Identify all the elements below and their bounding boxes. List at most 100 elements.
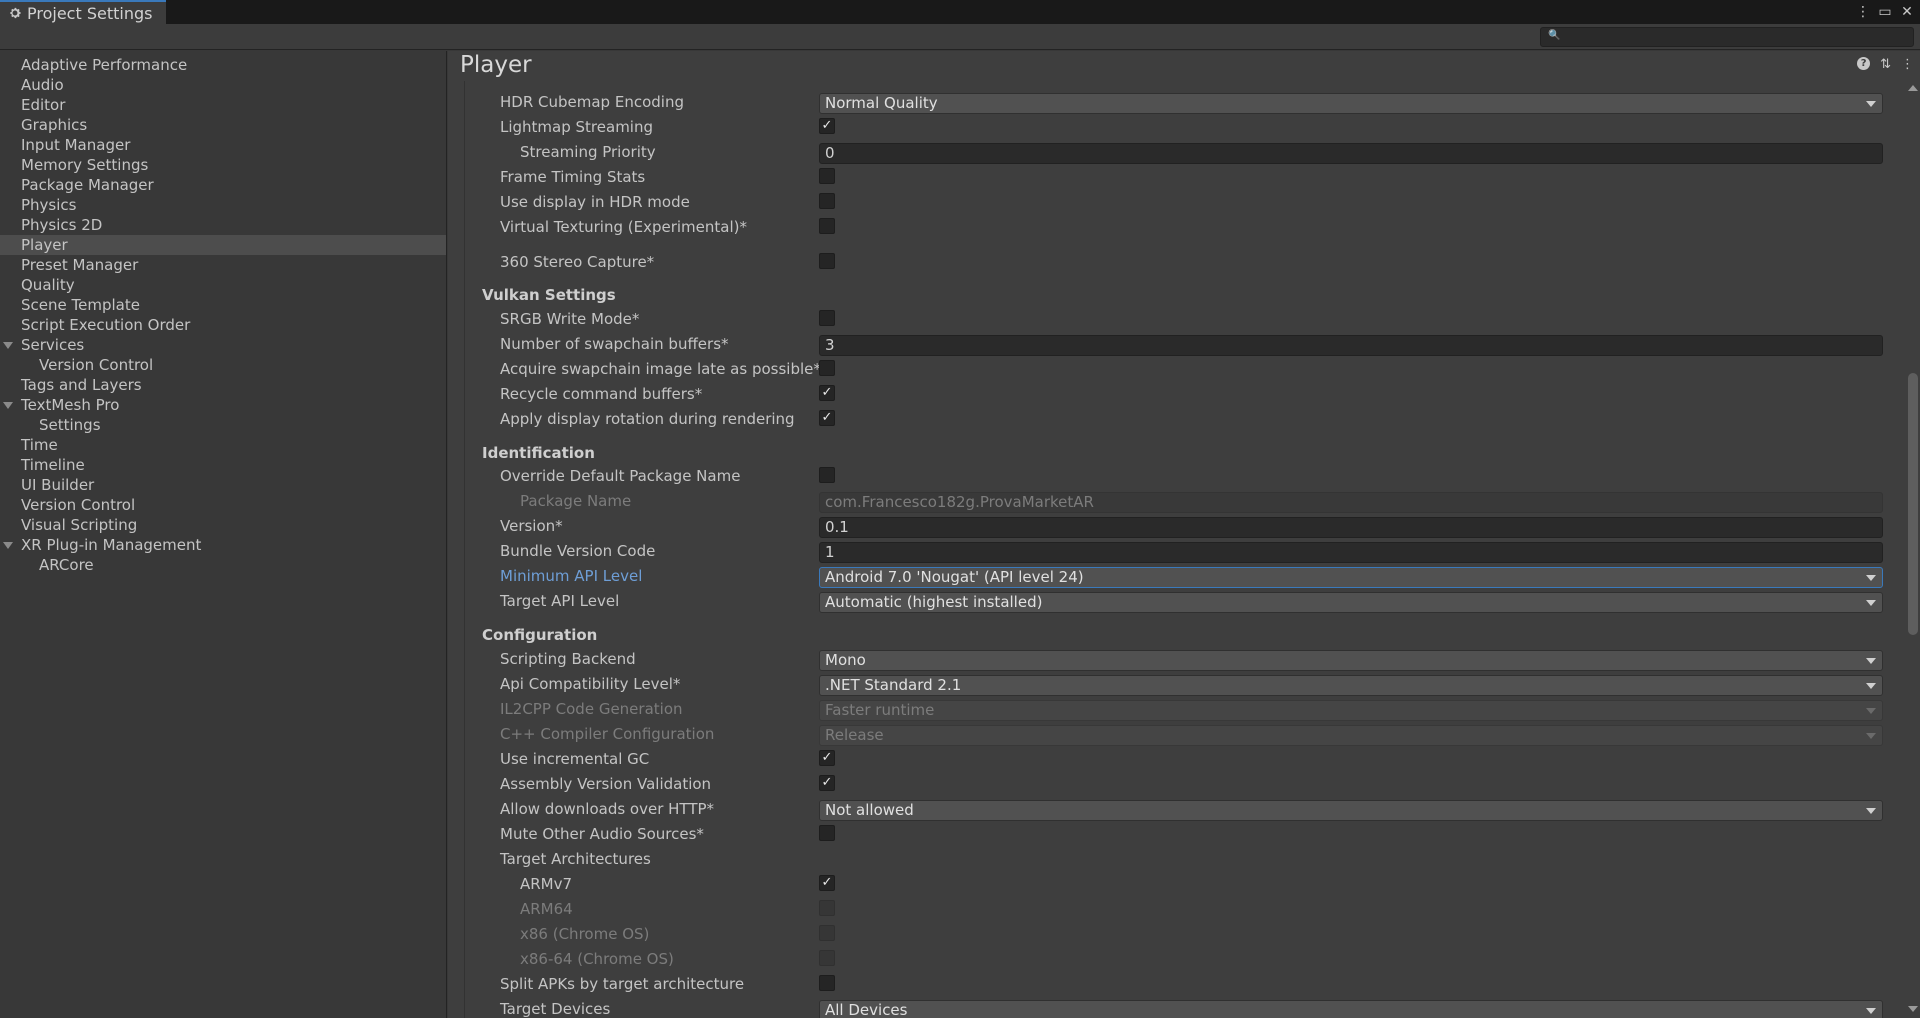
assembly-validation-checkbox[interactable]: ✓ (819, 775, 835, 791)
split-apks-checkbox[interactable] (819, 975, 835, 991)
sidebar-item-memory-settings[interactable]: Memory Settings (0, 155, 446, 175)
section-configuration: Configuration (482, 626, 598, 644)
sidebar-item-visual-scripting[interactable]: Visual Scripting (0, 515, 446, 535)
row-srgb-write: SRGB Write Mode* (465, 309, 1886, 329)
armv7-checkbox[interactable]: ✓ (819, 875, 835, 891)
scroll-down-icon[interactable] (1908, 1006, 1918, 1012)
fold-arrow-icon[interactable] (3, 402, 13, 409)
sidebar-item-label: Services (21, 336, 85, 354)
chevron-down-icon (1866, 708, 1876, 714)
search-input[interactable]: 🔍 (1540, 27, 1914, 47)
dropdown-value: All Devices (825, 1001, 908, 1018)
target-api-dropdown[interactable]: Automatic (highest installed) (819, 592, 1883, 613)
field-label: SRGB Write Mode* (500, 310, 640, 328)
http-downloads-dropdown[interactable]: Not allowed (819, 800, 1883, 821)
sidebar-item-audio[interactable]: Audio (0, 75, 446, 95)
version-input[interactable]: 0.1 (819, 517, 1883, 538)
sidebar-item-editor[interactable]: Editor (0, 95, 446, 115)
fold-arrow-icon[interactable] (3, 342, 13, 349)
row-target-devices: Target Devices All Devices (465, 999, 1886, 1018)
mute-audio-checkbox[interactable] (819, 825, 835, 841)
sidebar-item-physics[interactable]: Physics (0, 195, 446, 215)
sidebar-item-script-execution-order[interactable]: Script Execution Order (0, 315, 446, 335)
swapchain-buffers-input[interactable]: 3 (819, 335, 1883, 356)
field-label: Scripting Backend (500, 650, 636, 668)
stereo-capture-checkbox[interactable] (819, 253, 835, 269)
row-arm64: ARM64 (465, 899, 1886, 919)
sidebar-item-adaptive-performance[interactable]: Adaptive Performance (0, 55, 446, 75)
sidebar-item-package-manager[interactable]: Package Manager (0, 175, 446, 195)
window-title: Project Settings (27, 3, 153, 23)
row-x86: x86 (Chrome OS) (465, 924, 1886, 944)
sidebar-item-preset-manager[interactable]: Preset Manager (0, 255, 446, 275)
sidebar-item-ui-builder[interactable]: UI Builder (0, 475, 446, 495)
fold-arrow-icon[interactable] (3, 542, 13, 549)
frame-timing-checkbox[interactable] (819, 168, 835, 184)
scripting-backend-dropdown[interactable]: Mono (819, 650, 1883, 671)
field-label: HDR Cubemap Encoding (500, 93, 684, 111)
sidebar-item-services[interactable]: Services (0, 335, 446, 355)
field-label: Use display in HDR mode (500, 193, 690, 211)
sidebar-item-textmesh-pro[interactable]: TextMesh Pro (0, 395, 446, 415)
maximize-icon[interactable]: ▭ (1878, 4, 1892, 20)
scroll-up-icon[interactable] (1908, 85, 1918, 91)
sidebar-item-arcore[interactable]: ARCore (0, 555, 446, 575)
row-il2cpp-gen: IL2CPP Code Generation Faster runtime (465, 699, 1886, 721)
field-label: Assembly Version Validation (500, 775, 712, 793)
sidebar-item-services-version-control[interactable]: Version Control (0, 355, 446, 375)
sidebar-item-physics-2d[interactable]: Physics 2D (0, 215, 446, 235)
field-label: Use incremental GC (500, 750, 650, 768)
acquire-late-checkbox[interactable] (819, 360, 835, 376)
field-label: x86 (Chrome OS) (520, 925, 650, 943)
vertical-scrollbar[interactable] (1906, 81, 1920, 1018)
field-label: Streaming Priority (520, 143, 656, 161)
field-label: Mute Other Audio Sources* (500, 825, 704, 843)
override-package-checkbox[interactable] (819, 467, 835, 483)
more-options-icon[interactable]: ⋮ (1901, 57, 1914, 72)
sidebar-item-quality[interactable]: Quality (0, 275, 446, 295)
min-api-dropdown[interactable]: Android 7.0 'Nougat' (API level 24) (819, 567, 1883, 588)
window-controls: ⋮ ▭ ✕ (1856, 0, 1914, 24)
recycle-buffers-checkbox[interactable]: ✓ (819, 385, 835, 401)
api-compat-dropdown[interactable]: .NET Standard 2.1 (819, 675, 1883, 696)
row-lightmap-streaming: Lightmap Streaming ✓ (465, 117, 1886, 137)
target-devices-dropdown[interactable]: All Devices (819, 1000, 1883, 1018)
bundle-code-input[interactable]: 1 (819, 542, 1883, 563)
chevron-down-icon (1866, 1008, 1876, 1014)
sidebar-item-input-manager[interactable]: Input Manager (0, 135, 446, 155)
il2cpp-gen-dropdown: Faster runtime (819, 700, 1883, 721)
hdr-cubemap-dropdown[interactable]: Normal Quality (819, 93, 1883, 114)
field-label: Number of swapchain buffers* (500, 335, 729, 353)
field-label: Allow downloads over HTTP* (500, 800, 715, 818)
sidebar-item-tags-and-layers[interactable]: Tags and Layers (0, 375, 446, 395)
row-display-rotation: Apply display rotation during rendering … (465, 409, 1886, 429)
help-icon[interactable]: ? (1857, 57, 1871, 70)
sidebar-item-player[interactable]: Player (0, 235, 446, 255)
lightmap-streaming-checkbox[interactable]: ✓ (819, 118, 835, 134)
more-options-icon[interactable]: ⋮ (1856, 4, 1870, 20)
gear-icon (10, 7, 21, 19)
scroll-thumb[interactable] (1908, 373, 1918, 635)
srgb-write-checkbox[interactable] (819, 310, 835, 326)
incremental-gc-checkbox[interactable]: ✓ (819, 750, 835, 766)
row-stereo-capture: 360 Stereo Capture* (465, 252, 1886, 272)
row-recycle-buffers: Recycle command buffers* ✓ (465, 384, 1886, 404)
preset-icon[interactable]: ⇅ (1880, 57, 1891, 72)
sidebar-item-graphics[interactable]: Graphics (0, 115, 446, 135)
hdr-display-checkbox[interactable] (819, 193, 835, 209)
dropdown-value: Release (825, 726, 884, 744)
chevron-down-icon (1866, 575, 1876, 581)
close-icon[interactable]: ✕ (1900, 4, 1914, 20)
sidebar-item-textmesh-settings[interactable]: Settings (0, 415, 446, 435)
field-label: Apply display rotation during rendering (500, 410, 795, 428)
row-mute-audio: Mute Other Audio Sources* (465, 824, 1886, 844)
sidebar-item-scene-template[interactable]: Scene Template (0, 295, 446, 315)
streaming-priority-input[interactable]: 0 (819, 143, 1883, 164)
sidebar-item-time[interactable]: Time (0, 435, 446, 455)
sidebar-item-version-control[interactable]: Version Control (0, 495, 446, 515)
sidebar-item-timeline[interactable]: Timeline (0, 455, 446, 475)
sidebar-item-xr-plugin-management[interactable]: XR Plug-in Management (0, 535, 446, 555)
window-tab[interactable]: Project Settings (0, 0, 166, 24)
virtual-texturing-checkbox[interactable] (819, 218, 835, 234)
display-rotation-checkbox[interactable]: ✓ (819, 410, 835, 426)
